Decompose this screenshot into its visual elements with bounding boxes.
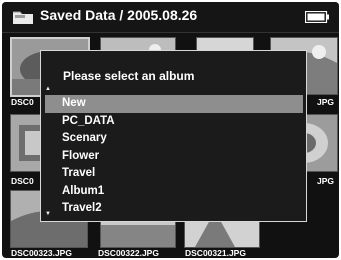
scroll-up-icon[interactable]: ▲	[45, 86, 51, 92]
album-item-pc-data[interactable]: PC_DATA	[45, 113, 303, 131]
dialog-title: Please select an album	[63, 69, 195, 83]
thumbnail-filename: DSC0	[11, 176, 34, 186]
title-bar: Saved Data / 2005.08.26	[2, 2, 339, 33]
page-title: Saved Data / 2005.08.26	[40, 7, 198, 23]
thumbnail-filename: DSC00323.JPG	[11, 248, 72, 258]
album-item-flower[interactable]: Flower	[45, 148, 303, 166]
thumbnail-filename: DSC0	[11, 97, 34, 107]
thumbnail-filename: JPG	[317, 176, 335, 186]
album-item-album1[interactable]: Album1	[45, 183, 303, 201]
album-select-dialog: Please select an album ▲ New PC_DATA Sce…	[40, 50, 307, 222]
thumbnail-filename: DSC00321.JPG	[185, 248, 246, 258]
thumbnail-filename: DSC00322.JPG	[98, 248, 159, 258]
thumbnail-filename: JPG	[317, 97, 335, 107]
album-item-travel2[interactable]: Travel2	[45, 200, 303, 218]
scroll-down-icon[interactable]: ▼	[45, 211, 51, 217]
folder-icon	[13, 11, 33, 24]
battery-full-icon	[305, 11, 329, 23]
album-list: New PC_DATA Scenary Flower Travel Album1…	[45, 95, 303, 218]
album-item-travel[interactable]: Travel	[45, 165, 303, 183]
album-item-scenary[interactable]: Scenary	[45, 130, 303, 148]
album-item-new[interactable]: New	[45, 95, 303, 113]
camera-screen: Saved Data / 2005.08.26 DSC0 JPG DSC0 JP…	[2, 2, 339, 258]
